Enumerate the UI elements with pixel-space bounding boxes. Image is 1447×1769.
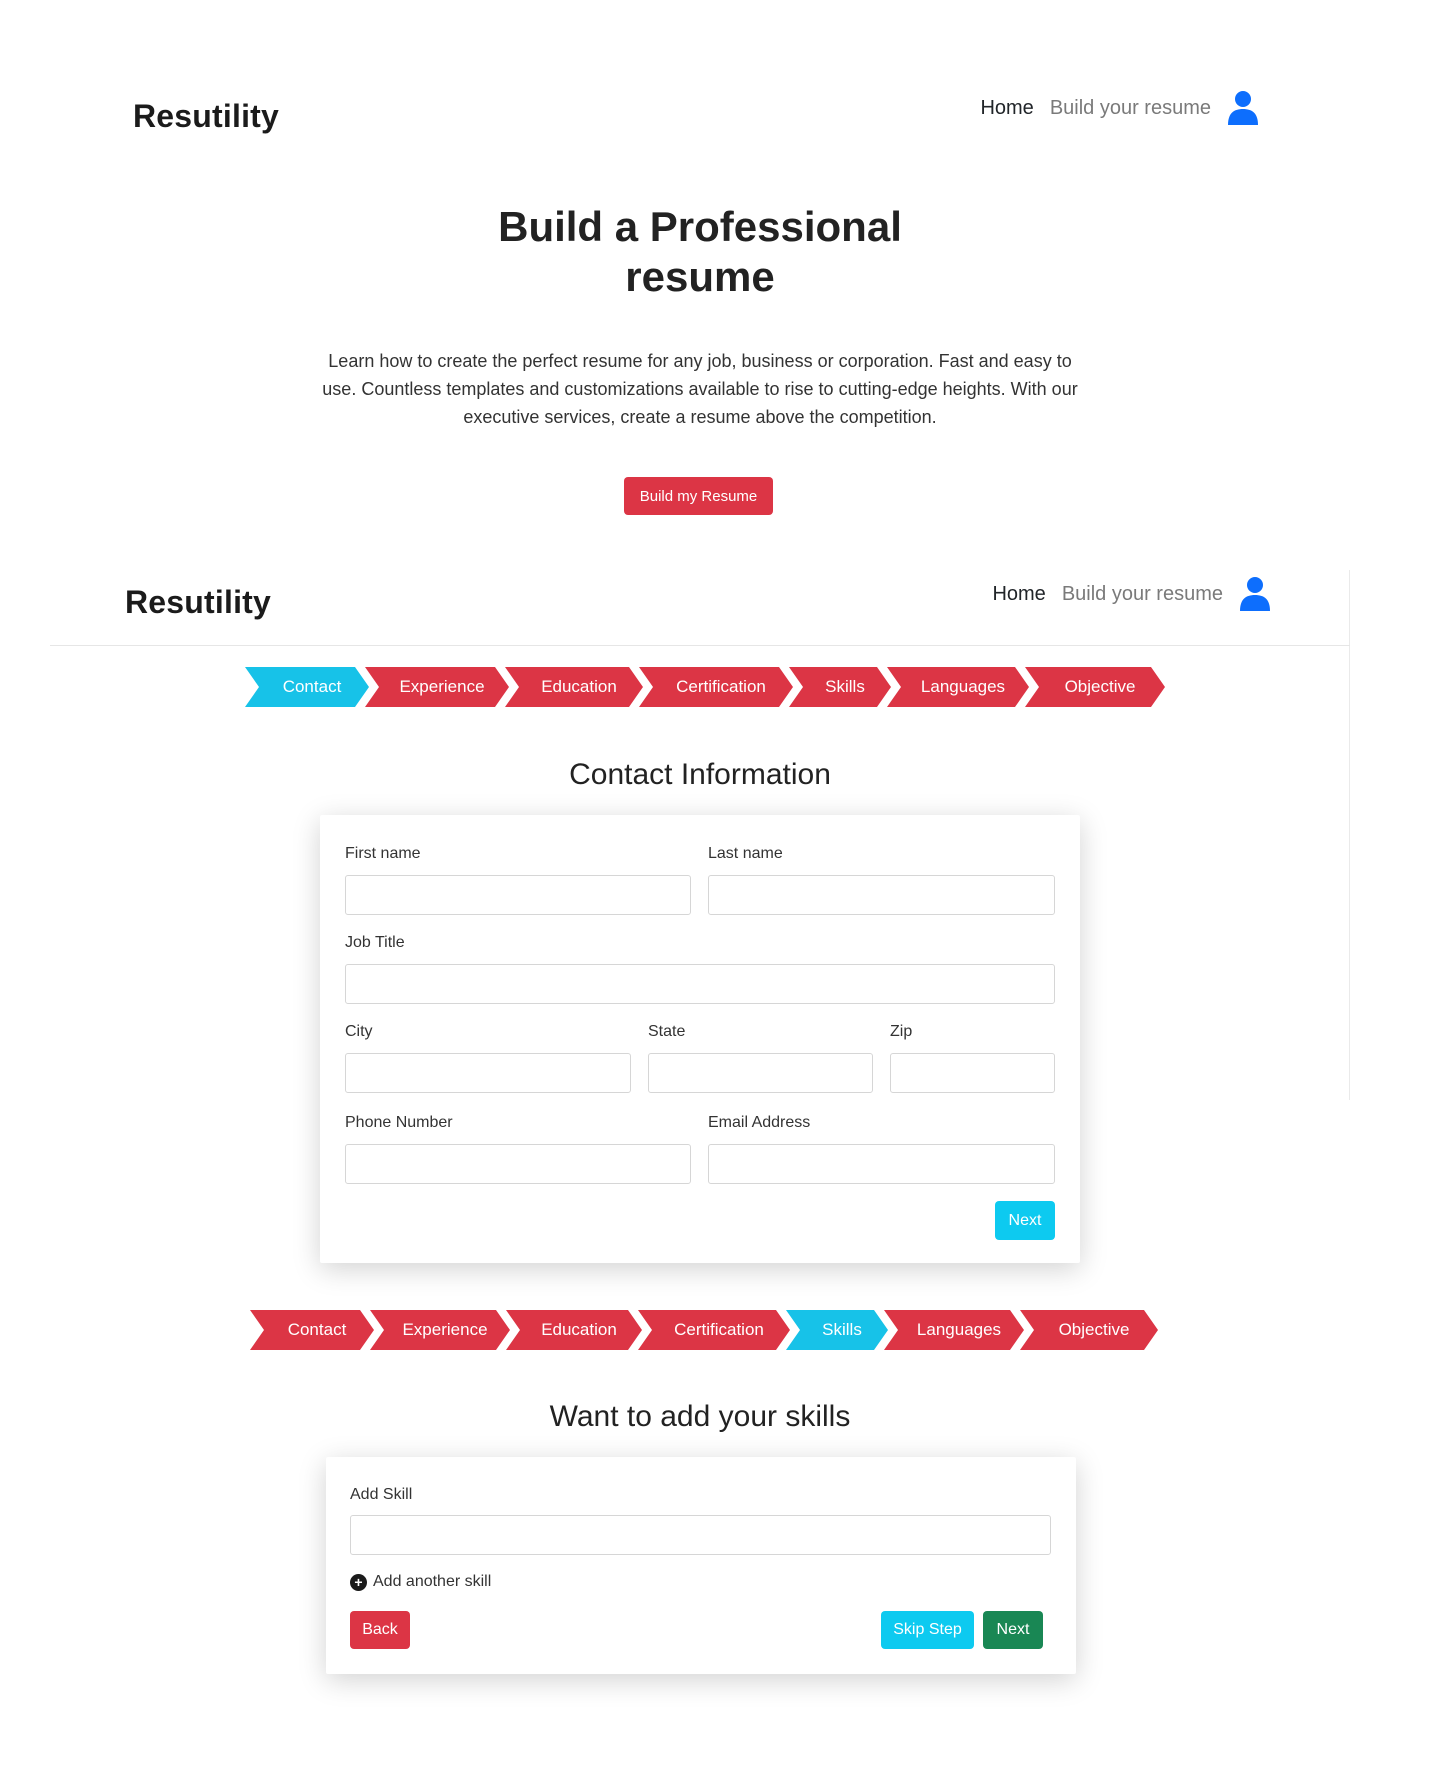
navbar-divider <box>50 645 1350 646</box>
first-name-label: First name <box>345 845 421 862</box>
step-certification[interactable]: Certification <box>639 667 793 707</box>
step-skills[interactable]: Skills <box>786 1310 888 1350</box>
step-objective[interactable]: Objective <box>1025 667 1165 707</box>
step-certification[interactable]: Certification <box>638 1310 790 1350</box>
brand-logo[interactable]: Resutility <box>133 98 279 135</box>
builder-nav-home-link[interactable]: Home <box>992 583 1045 606</box>
builder-nav: Home Build your resume <box>992 576 1271 612</box>
last-name-label: Last name <box>708 845 783 862</box>
user-icon[interactable] <box>1227 90 1259 126</box>
step-education[interactable]: Education <box>505 667 643 707</box>
step-experience[interactable]: Experience <box>370 1310 510 1350</box>
hero-title: Build a Professional resume <box>498 203 902 300</box>
add-another-skill-label: Add another skill <box>373 1573 492 1590</box>
add-skill-label: Add Skill <box>350 1486 413 1503</box>
contact-section-title: Contact Information <box>569 758 831 791</box>
top-nav: Home Build your resume <box>980 90 1259 126</box>
job-title-label: Job Title <box>345 934 405 951</box>
first-name-input[interactable] <box>345 875 691 915</box>
zip-input[interactable] <box>890 1053 1055 1093</box>
zip-label: Zip <box>890 1023 913 1040</box>
step-languages[interactable]: Languages <box>887 667 1029 707</box>
email-input[interactable] <box>708 1144 1055 1184</box>
user-icon[interactable] <box>1239 576 1271 612</box>
stepper-contact: Contact Experience Education Certificati… <box>245 667 1161 707</box>
back-button[interactable]: Back <box>350 1611 410 1649</box>
skip-step-button[interactable]: Skip Step <box>881 1611 974 1649</box>
job-title-input[interactable] <box>345 964 1055 1004</box>
add-another-skill-link[interactable]: + Add another skill <box>350 1573 491 1591</box>
phone-input[interactable] <box>345 1144 691 1184</box>
step-education[interactable]: Education <box>506 1310 642 1350</box>
build-my-resume-button[interactable]: Build my Resume <box>624 477 773 515</box>
nav-home-link[interactable]: Home <box>980 97 1033 120</box>
step-objective[interactable]: Objective <box>1020 1310 1158 1350</box>
builder-brand-logo[interactable]: Resutility <box>125 584 271 621</box>
phone-label: Phone Number <box>345 1114 453 1131</box>
contact-next-button[interactable]: Next <box>995 1201 1055 1240</box>
skills-section-title: Want to add your skills <box>549 1400 851 1433</box>
city-label: City <box>345 1023 373 1040</box>
city-input[interactable] <box>345 1053 631 1093</box>
nav-build-link[interactable]: Build your resume <box>1050 97 1211 120</box>
hero-description: Learn how to create the perfect resume f… <box>322 351 1078 427</box>
builder-nav-build-link[interactable]: Build your resume <box>1062 583 1223 606</box>
state-label: State <box>648 1023 686 1040</box>
step-contact[interactable]: Contact <box>245 667 369 707</box>
step-contact[interactable]: Contact <box>250 1310 374 1350</box>
stepper-skills: Contact Experience Education Certificati… <box>250 1310 1154 1350</box>
add-skill-input[interactable] <box>350 1515 1051 1555</box>
step-experience[interactable]: Experience <box>365 667 509 707</box>
step-skills[interactable]: Skills <box>789 667 891 707</box>
email-label: Email Address <box>708 1114 811 1131</box>
step-languages[interactable]: Languages <box>884 1310 1024 1350</box>
last-name-input[interactable] <box>708 875 1055 915</box>
skills-next-button[interactable]: Next <box>983 1611 1043 1649</box>
state-input[interactable] <box>648 1053 873 1093</box>
plus-circle-icon: + <box>350 1573 367 1591</box>
